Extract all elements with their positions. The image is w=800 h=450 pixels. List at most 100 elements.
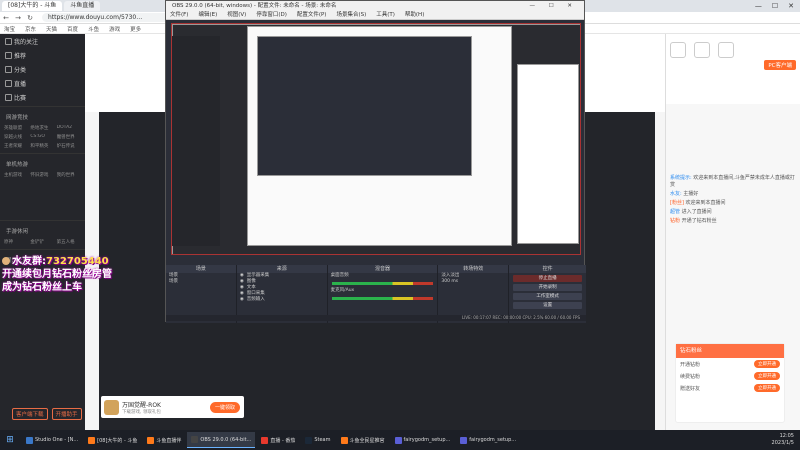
windows-start-icon[interactable]: ⊞ [0,435,20,445]
category-link[interactable]: 原神 [4,239,28,245]
obs-status-bar: LIVE: 00:17:07 REC: 00:00:00 CPU: 2.5% 6… [166,315,586,321]
sidebar-footer: 客户端下载 开播助手 [12,408,82,420]
source-item[interactable]: ◉ 音频输入 [237,297,327,303]
gift-open-button[interactable]: 立即开通 [754,360,780,368]
browser-tab[interactable]: [08]大牛的 - 斗鱼 [2,1,63,11]
taskbar-app[interactable]: Studio One - [N... [22,432,82,448]
eye-icon[interactable]: ◉ [240,297,244,303]
browser-tab[interactable]: 斗鱼直播 [64,1,101,11]
chat-text: 开通了钻石粉丝 [681,218,717,224]
chat-user[interactable]: 水友: [670,191,682,197]
taskbar-app[interactable]: 斗鱼全民星推官 [337,432,389,448]
category-link[interactable]: 和平精英 [30,143,54,149]
gift-open-button[interactable]: 立即开通 [754,384,780,392]
close-icon[interactable]: ✕ [788,2,794,10]
overlay-group-label: 水友群: [12,256,46,267]
obs-menu-item[interactable]: 工具(T) [376,11,395,19]
message-icon[interactable] [670,42,686,58]
gift-row: 续费钻粉 立即开通 [676,370,784,382]
overlay-line: 水友群:732705440 [2,255,112,268]
system-tray-clock[interactable]: 12:05 2023/1/5 [772,433,800,447]
category-link[interactable]: 金铲铲 [30,239,54,245]
settings-button[interactable]: 设置 [513,302,582,309]
category-link[interactable]: 我的世界 [57,172,81,178]
transition-duration[interactable]: 300 ms [438,279,508,285]
scene-item[interactable]: 场景 [166,279,236,285]
start-recording-button[interactable]: 开始录制 [513,284,582,291]
chat-user[interactable]: 钻粉 [670,218,680,224]
taskbar-app-label: [08]大牛的 - 斗鱼 [97,437,138,444]
category-link[interactable]: 炉石传说 [57,143,81,149]
obs-menu-item[interactable]: 文件(F) [170,11,188,19]
stop-streaming-button[interactable]: 停止直播 [513,275,582,282]
chat-text: 主播好 [683,191,699,197]
obs-menu-bar: 文件(F) 编辑(E) 视图(V) 停靠窗口(D) 配置文件(P) 场景集合(S… [166,11,584,20]
gift-label: 续费钻粉 [680,373,701,380]
taskbar-app[interactable]: fairygodm_setup... [456,432,520,448]
gift-open-button[interactable]: 立即开通 [754,372,780,380]
taskbar-app[interactable]: 直播 - 番茄 [257,432,299,448]
volume-meter[interactable] [331,297,434,300]
obs-menu-item[interactable]: 视图(V) [227,11,246,19]
sidebar-item-live[interactable]: 直播 [0,76,85,90]
game-ad-banner[interactable]: 万国觉醒-ROK 下载游戏, 领取礼包 一键领取 [101,396,244,418]
category-link[interactable]: 魔兽世界 [57,134,81,140]
taskbar-app[interactable]: fairygodm_setup... [391,432,455,448]
category-link[interactable]: DOTA2 [57,125,81,131]
category-link[interactable]: 王者荣耀 [4,143,28,149]
sidebar-item-category[interactable]: 分类 [0,62,85,76]
sidebar-item-recommend[interactable]: 推荐 [0,48,85,62]
obs-menu-item[interactable]: 编辑(E) [198,11,217,19]
refresh-icon[interactable]: ↻ [24,14,36,22]
bookmark-item[interactable]: 京东 [25,25,36,33]
app-icon [460,436,468,444]
chat-user[interactable]: 超管 [670,209,680,215]
stream-helper-button[interactable]: 开播助手 [51,408,82,420]
app-icon [147,436,155,444]
bookmark-item[interactable]: 百度 [67,25,78,33]
taskbar-app[interactable]: Steam [301,432,334,448]
bookmark-item[interactable]: 天猫 [46,25,57,33]
bookmark-item[interactable]: 游戏 [109,25,120,33]
sidebar-category-grid: 原神 金铲铲 第五人格 [0,237,85,247]
mixer-label: 桌面音频 [330,273,349,278]
category-link[interactable]: 英雄联盟 [4,125,28,131]
obs-title: OBS 29.0.0 (64-bit, windows) - 配置文件: 未命名… [172,3,337,9]
bookmark-item[interactable]: 更多 [130,25,141,33]
category-link[interactable]: CS:GO [30,134,54,140]
overlay-line: 成为钻石粉丝上车 [2,282,82,293]
category-link[interactable]: 第五人格 [57,239,81,245]
taskbar-app[interactable]: 斗鱼直播伴 [143,432,185,448]
forward-icon[interactable]: → [12,14,24,22]
download-client-button[interactable]: 客户端下载 [12,408,48,420]
obs-preview[interactable] [171,23,581,255]
category-link[interactable]: 怀旧游戏 [30,172,54,178]
obs-window-controls[interactable]: — ☐ ✕ [529,1,584,11]
category-link[interactable]: 主机游戏 [4,172,28,178]
taskbar-app-label: 斗鱼全民星推官 [349,437,385,444]
category-link[interactable]: 穿越火线 [4,134,28,140]
game-claim-button[interactable]: 一键领取 [209,401,240,413]
obs-menu-item[interactable]: 停靠窗口(D) [256,11,287,19]
sidebar-item-match[interactable]: 比赛 [0,90,85,104]
chat-message: [粉丝] 欢迎来到本直播间 [666,199,800,208]
bookmark-item[interactable]: 淘宝 [4,25,15,33]
back-icon[interactable]: ← [0,14,12,22]
obs-menu-item[interactable]: 配置文件(P) [297,11,327,19]
history-icon[interactable] [694,42,710,58]
taskbar-app[interactable]: OBS 29.0.0 (64-bit... [187,432,256,448]
obs-menu-item[interactable]: 场景集合(S) [336,11,366,19]
bookmark-item[interactable]: 斗鱼 [88,25,99,33]
category-link[interactable]: 绝地求生 [30,125,54,131]
pc-client-button[interactable]: PC客户端 [764,60,796,70]
sidebar-item-follow[interactable]: 我的关注 [0,34,85,48]
volume-meter[interactable] [331,282,434,285]
obs-menu-item[interactable]: 帮助(H) [405,11,424,19]
chat-user[interactable]: [粉丝] [670,200,684,206]
maximize-icon[interactable]: ☐ [772,2,778,10]
taskbar-app[interactable]: [08]大牛的 - 斗鱼 [84,432,141,448]
avatar-icon[interactable] [718,42,734,58]
minimize-icon[interactable]: — [755,2,762,10]
chat-user[interactable]: 系统提示: [670,175,692,181]
studio-mode-button[interactable]: 工作室模式 [513,293,582,300]
